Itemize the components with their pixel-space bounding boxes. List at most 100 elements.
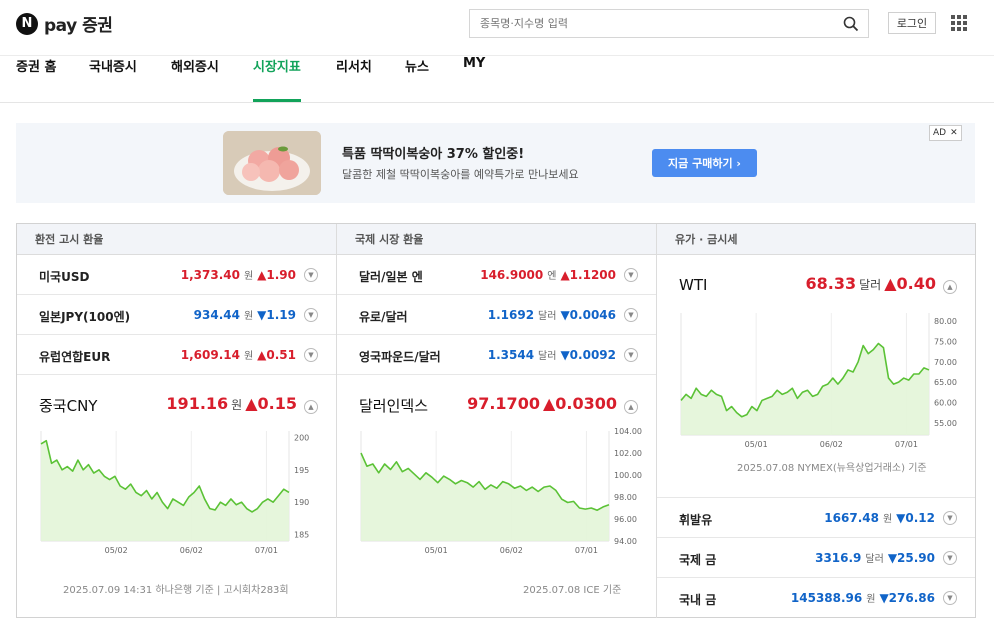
commodity-name: 국내 금 <box>679 593 717 607</box>
rate-name: 영국파운드/달러 <box>359 350 441 364</box>
top-header: N pay 증권 로그인 <box>0 0 994 56</box>
chevron-down-icon[interactable]: ▼ <box>943 510 957 525</box>
wti-feature: WTI 68.33 달러 ▲0.40 ▲ 05/01 06/02 07/01 55.0… <box>657 255 975 498</box>
nav-domestic[interactable]: 국내증시 <box>89 56 137 102</box>
y-tick-label: 70.00 <box>934 358 957 367</box>
rate-unit: 원 <box>243 311 254 322</box>
y-tick-label: 94.00 <box>614 537 637 546</box>
rate-name: 유럽연합EUR <box>39 350 111 364</box>
cny-feature: 중국CNY 191.16 원 ▲0.15 ▲ 05/02 06/02 07/01 18… <box>17 375 336 617</box>
rate-value: 146.9000 <box>480 267 544 282</box>
chevron-down-icon[interactable]: ▼ <box>624 307 638 322</box>
login-button[interactable]: 로그인 <box>888 12 936 34</box>
feature-change: ▲0.15 <box>245 394 297 413</box>
commodity-name: 국제 금 <box>679 553 717 567</box>
rate-value: 1.1692 <box>487 307 535 322</box>
exchange-head: 환전 고시 환율 <box>17 224 336 255</box>
y-tick-label: 200 <box>294 433 309 442</box>
rate-row-usdjpy[interactable]: 달러/일본 엔 146.9000 엔 ▲1.1200 ▼ <box>337 255 656 295</box>
rate-row-usd[interactable]: 미국USD 1,373.40 원 ▲1.90 ▼ <box>17 255 336 295</box>
rate-unit: 엔 <box>547 271 557 282</box>
chevron-up-icon[interactable]: ▲ <box>943 280 957 294</box>
dxy-feature: 달러인덱스 97.1700 ▲0.0300 ▲ 05/01 06/02 07/01 9… <box>337 375 656 617</box>
chart-note: 2025.07.08 NYMEX(뉴욕상업거래소) 기준 <box>737 463 927 474</box>
nav-research[interactable]: 리서치 <box>336 56 372 102</box>
x-tick-label: 06/02 <box>820 440 843 449</box>
y-tick-label: 195 <box>294 466 309 475</box>
ad-buy-button[interactable]: 지금 구매하기 › <box>652 149 757 177</box>
chevron-down-icon[interactable]: ▼ <box>304 347 318 362</box>
chevron-up-icon[interactable]: ▲ <box>624 400 638 414</box>
y-tick-label: 55.00 <box>934 419 957 428</box>
commodity-unit: 원 <box>882 514 893 525</box>
feature-name[interactable]: WTI <box>679 276 707 294</box>
rate-change: ▼1.19 <box>257 307 296 322</box>
rate-unit: 달러 <box>538 311 557 322</box>
y-tick-label: 98.00 <box>614 493 637 502</box>
feature-value-group: 191.16 원 ▲0.15 ▲ <box>166 394 318 414</box>
y-tick-label: 80.00 <box>934 317 957 326</box>
dxy-chart: 05/01 06/02 07/01 94.00 96.00 98.00 100.00 102.… <box>360 427 642 555</box>
nav-my[interactable]: MY <box>463 56 485 102</box>
feature-name[interactable]: 중국CNY <box>39 395 97 416</box>
ad-banner[interactable]: 특품 딱딱이복숭아 37% 할인중! 달콤한 제철 딱딱이복숭아를 예약특가로 … <box>16 123 975 203</box>
rate-value: 1.3544 <box>487 347 535 362</box>
ad-badge[interactable]: AD ✕ <box>929 125 962 141</box>
series-area <box>681 343 929 435</box>
rate-name: 달러/일본 엔 <box>359 270 423 284</box>
chevron-up-icon[interactable]: ▲ <box>304 400 318 414</box>
chevron-down-icon[interactable]: ▼ <box>943 590 957 605</box>
commodity-row-intl-gold[interactable]: 국제 금 3316.9 달러 ▼25.90 ▼ <box>657 538 975 578</box>
exchange-column: 환전 고시 환율 미국USD 1,373.40 원 ▲1.90 ▼ 일본JPY(1… <box>17 224 337 618</box>
commodity-row-gasoline[interactable]: 휘발유 1667.48 원 ▼0.12 ▼ <box>657 498 975 538</box>
rate-row-gbpusd[interactable]: 영국파운드/달러 1.3544 달러 ▼0.0092 ▼ <box>337 335 656 375</box>
x-tick-label: 06/02 <box>180 546 203 555</box>
oil-column: 유가 · 금시세 WTI 68.33 달러 ▲0.40 ▲ 05/01 06/02… <box>657 224 975 618</box>
x-tick-label: 07/01 <box>255 546 278 555</box>
y-tick-label: 185 <box>294 531 309 540</box>
rate-change: ▼0.0046 <box>560 307 616 322</box>
rate-change: ▼0.0092 <box>560 347 616 362</box>
ad-title[interactable]: 특품 딱딱이복숭아 37% 할인중! <box>342 143 524 162</box>
chevron-down-icon[interactable]: ▼ <box>304 267 318 282</box>
commodity-unit: 원 <box>866 594 876 605</box>
logo[interactable]: N pay 증권 <box>16 11 113 36</box>
logo-text: pay 증권 <box>44 16 113 36</box>
nav-news[interactable]: 뉴스 <box>405 56 429 102</box>
search-box <box>469 9 869 38</box>
rate-value: 1,373.40 <box>180 267 240 282</box>
commodity-value: 145388.96 <box>790 590 863 605</box>
y-tick-label: 60.00 <box>934 398 957 407</box>
commodity-unit: 달러 <box>865 554 884 565</box>
feature-value: 97.1700 <box>467 394 540 413</box>
chevron-down-icon[interactable]: ▼ <box>943 550 957 565</box>
wti-chart: 05/01 06/02 07/01 55.00 60.00 65.00 70.00 75.00… <box>680 313 957 449</box>
chevron-down-icon[interactable]: ▼ <box>624 267 638 282</box>
chevron-down-icon[interactable]: ▼ <box>304 307 318 322</box>
rate-row-eurusd[interactable]: 유로/달러 1.1692 달러 ▼0.0046 ▼ <box>337 295 656 335</box>
rate-change: ▲1.1200 <box>560 267 616 282</box>
close-icon[interactable]: ✕ <box>950 128 958 138</box>
rate-row-jpy[interactable]: 일본JPY(100엔) 934.44 원 ▼1.19 ▼ <box>17 295 336 335</box>
feature-value-group: 97.1700 ▲0.0300 ▲ <box>467 394 638 414</box>
commodity-row-domestic-gold[interactable]: 국내 금 145388.96 원 ▼276.86 ▼ <box>657 578 975 618</box>
commodity-value: 1667.48 <box>824 510 879 525</box>
ad-description[interactable]: 달콤한 제철 딱딱이복숭아를 예약특가로 만나보세요 <box>342 166 579 182</box>
chevron-down-icon[interactable]: ▼ <box>624 347 638 362</box>
intl-column: 국제 시장 환율 달러/일본 엔 146.9000 엔 ▲1.1200 ▼ 유로/… <box>337 224 657 618</box>
search-input[interactable] <box>470 10 830 37</box>
search-icon[interactable] <box>843 16 859 32</box>
rate-row-eur[interactable]: 유럽연합EUR 1,609.14 원 ▲0.51 ▼ <box>17 335 336 375</box>
nav-market-indicators[interactable]: 시장지표 <box>253 56 301 102</box>
chart-note: 2025.07.08 ICE 기준 <box>523 585 622 596</box>
nav-stock-home[interactable]: 증권 홈 <box>16 56 56 102</box>
cny-chart: 05/02 06/02 07/01 185 190 195 200 <box>40 431 309 555</box>
feature-name[interactable]: 달러인덱스 <box>359 395 428 416</box>
commodity-change: ▼0.12 <box>896 510 935 525</box>
nav-overseas[interactable]: 해외증시 <box>171 56 219 102</box>
feature-value-group: 68.33 달러 ▲0.40 ▲ <box>806 274 957 294</box>
commodity-change: ▼276.86 <box>879 590 935 605</box>
ad-image[interactable] <box>223 131 321 195</box>
app-menu-icon[interactable] <box>951 15 967 31</box>
rate-name: 미국USD <box>39 270 90 284</box>
